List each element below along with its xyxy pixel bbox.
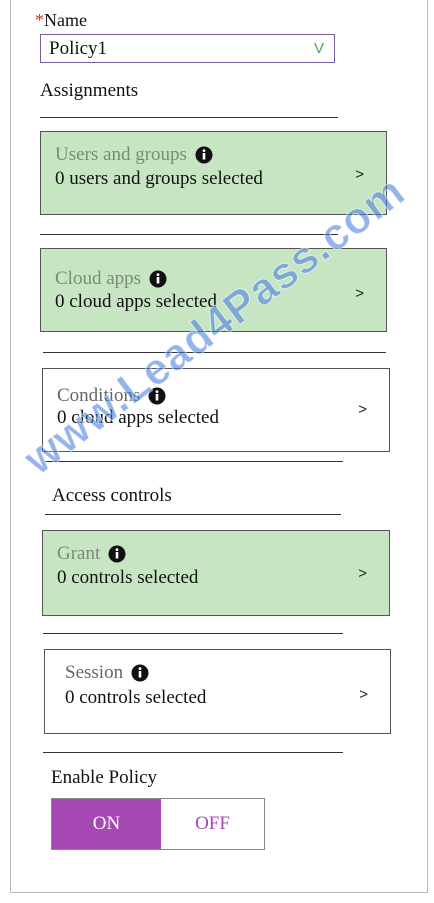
- name-label-text: Name: [44, 10, 87, 30]
- info-icon: [149, 270, 167, 288]
- info-icon: [108, 545, 126, 563]
- access-controls-heading: Access controls: [52, 485, 172, 506]
- users-and-groups-title: Users and groups: [55, 144, 187, 165]
- chevron-right-icon[interactable]: >: [355, 166, 364, 183]
- grant-title: Grant: [57, 543, 101, 564]
- divider: [40, 117, 338, 118]
- toggle-on-option[interactable]: ON: [52, 799, 161, 849]
- divider: [43, 633, 343, 634]
- info-icon: [195, 146, 213, 164]
- chevron-right-icon[interactable]: >: [358, 401, 367, 418]
- cloud-apps-title: Cloud apps: [55, 268, 142, 289]
- name-dropdown[interactable]: Policy1 V: [40, 34, 335, 63]
- divider: [45, 461, 343, 462]
- name-label: *Name: [35, 10, 87, 31]
- divider: [43, 752, 343, 753]
- chevron-right-icon[interactable]: >: [355, 285, 364, 302]
- session-card[interactable]: Session 0 controls selected >: [44, 649, 391, 734]
- grant-card[interactable]: Grant 0 controls selected >: [42, 530, 390, 616]
- chevron-right-icon[interactable]: >: [359, 686, 368, 703]
- divider: [45, 514, 341, 515]
- enable-policy-toggle[interactable]: ON OFF: [51, 798, 265, 850]
- chevron-right-icon[interactable]: >: [358, 565, 367, 582]
- enable-policy-label: Enable Policy: [51, 767, 158, 788]
- info-icon: [131, 664, 149, 682]
- required-marker: *: [35, 10, 44, 30]
- grant-status: 0 controls selected: [57, 567, 199, 588]
- chevron-down-icon[interactable]: V: [314, 40, 324, 57]
- toggle-off-option[interactable]: OFF: [161, 799, 264, 849]
- session-title: Session: [65, 662, 124, 683]
- users-and-groups-status: 0 users and groups selected: [55, 168, 263, 189]
- assignments-heading: Assignments: [40, 80, 139, 101]
- name-value: Policy1: [49, 37, 108, 59]
- session-status: 0 controls selected: [65, 687, 207, 708]
